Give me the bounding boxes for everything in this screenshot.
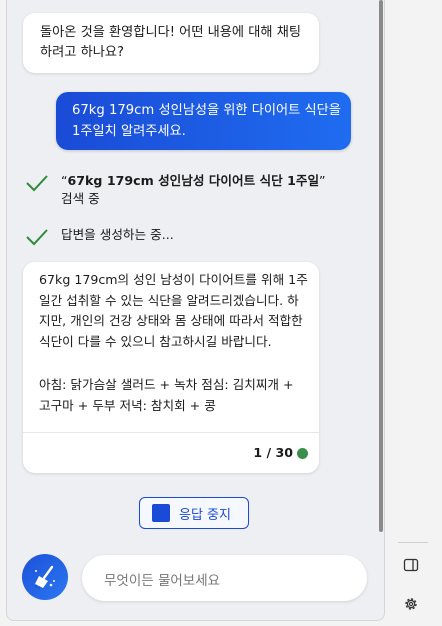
turn-counter: 1 / 30 — [253, 445, 293, 460]
answer-divider — [23, 432, 319, 433]
chat-input[interactable]: 무엇이든 물어보세요 — [82, 555, 367, 601]
panel-icon[interactable] — [402, 556, 420, 574]
check-icon — [26, 175, 48, 192]
broom-icon — [34, 565, 55, 590]
search-query-plain: 67kg 179cm — [67, 173, 159, 188]
greeting-text: 돌아온 것을 환영합니다! 어떤 내용에 대해 채팅하려고 하나요? — [40, 25, 301, 60]
bot-greeting-bubble: 돌아온 것을 환영합니다! 어떤 내용에 대해 채팅하려고 하나요? — [23, 13, 319, 73]
status-dot — [297, 448, 308, 459]
search-query-line: “67kg 179cm 성인남성 다이어트 식단 1주일” — [61, 172, 326, 190]
gear-icon[interactable] — [402, 595, 420, 613]
answer-paragraph-1: 67kg 179cm의 성인 남성이 다이어트를 위해 1주일간 섭취할 수 있… — [39, 272, 308, 349]
user-message-bubble: 67kg 179cm 성인남성을 위한 다이어트 식단을 1주일치 알려주세요. — [56, 92, 351, 150]
status-searching: “67kg 179cm 성인남성 다이어트 식단 1주일” 검색 중 — [25, 172, 355, 212]
stop-icon — [152, 504, 170, 522]
stop-response-label: 응답 중지 — [179, 508, 231, 523]
status-generating: 답변을 생성하는 중... — [25, 226, 325, 246]
check-icon — [26, 229, 48, 246]
search-action-text: 검색 중 — [61, 191, 100, 206]
search-query-bold: 성인남성 다이어트 식단 1주일 — [158, 173, 320, 188]
side-divider — [398, 542, 428, 543]
chat-panel: 돌아온 것을 환영합니다! 어떤 내용에 대해 채팅하려고 하나요? 67kg … — [6, 0, 385, 621]
scrollbar[interactable] — [379, 0, 383, 532]
quote-close: ” — [319, 173, 326, 188]
answer-paragraph-2: 아침: 닭가슴살 샐러드 + 녹차 점심: 김치찌개 + 고구마 + 두부 저녁… — [39, 377, 294, 413]
bot-answer-bubble: 67kg 179cm의 성인 남성이 다이어트를 위해 1주일간 섭취할 수 있… — [23, 262, 319, 473]
stop-response-button[interactable]: 응답 중지 — [139, 497, 249, 529]
user-message-text: 67kg 179cm 성인남성을 위한 다이어트 식단을 1주일치 알려주세요. — [72, 103, 341, 139]
new-topic-button[interactable] — [22, 554, 68, 600]
chat-input-placeholder: 무엇이든 물어보세요 — [104, 573, 221, 589]
generating-text: 답변을 생성하는 중... — [61, 227, 174, 242]
